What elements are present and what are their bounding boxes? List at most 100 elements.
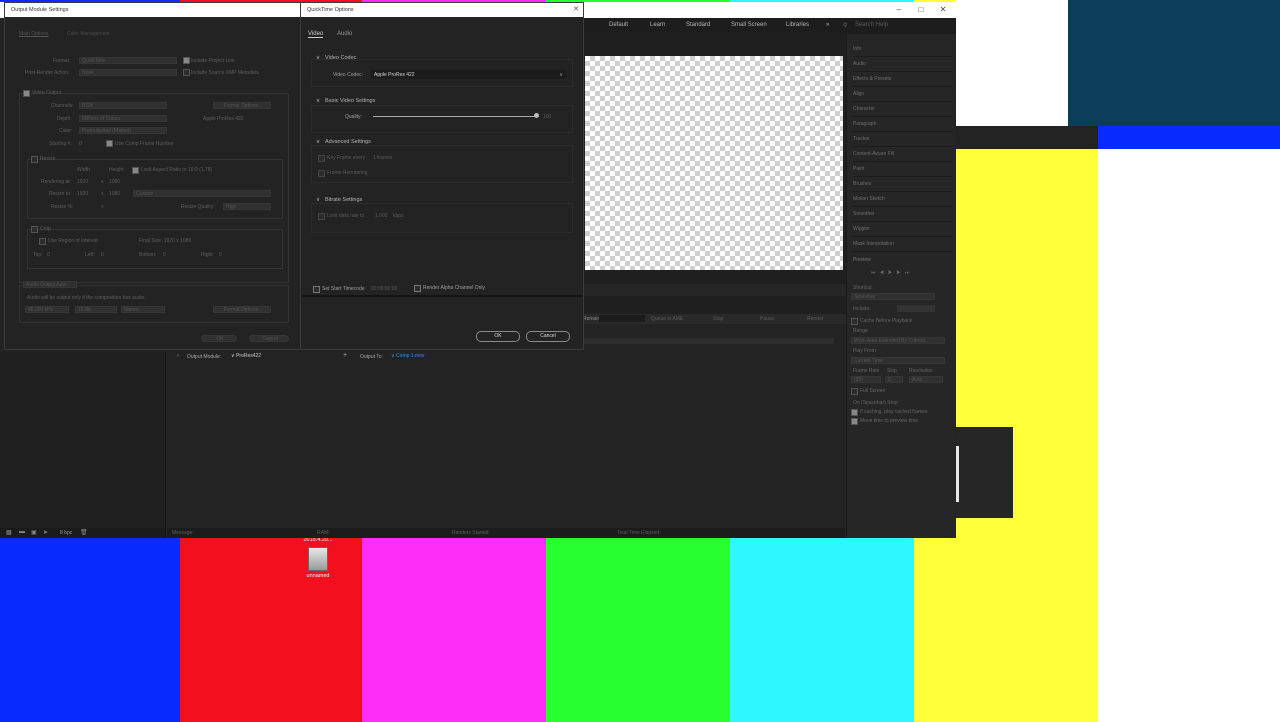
tab-color-management[interactable]: Color Management [67,31,110,37]
close-icon[interactable]: ✕ [936,4,950,16]
audio-output-dropdown[interactable]: Audio Output Auto [23,281,77,288]
workspace-libraries[interactable]: Libraries [786,22,809,28]
workspace-small-screen[interactable]: Small Screen [731,22,767,28]
output-to-link[interactable]: ∨ Comp 1.mov [391,353,424,359]
channels-dropdown[interactable]: RGB [79,102,167,109]
panel-smoother[interactable]: Smoother [853,208,953,222]
resize-preset-dropdown[interactable]: Custom [133,190,271,197]
set-start-timecode-checkbox[interactable] [313,286,320,293]
panel-align[interactable]: Align [853,88,953,102]
include-project-link-checkbox[interactable] [183,57,190,64]
video-output-checkbox[interactable] [23,90,30,97]
resize-checkbox[interactable] [31,156,38,163]
quicktime-cancel-button[interactable]: Cancel [526,331,570,342]
full-screen-checkbox[interactable] [851,388,858,395]
timecode-value[interactable]: 00:00:00:00 [371,286,397,292]
tab-main-options[interactable]: Main Options [19,31,48,37]
add-output-icon[interactable]: + [343,352,347,359]
resize-to-height[interactable]: 1080 [109,191,120,197]
bpc-label[interactable]: 8 bpc [60,530,72,536]
panel-mask-interpolation[interactable]: Mask Interpolation [853,238,953,252]
resize-to-width[interactable]: 1920 [77,191,88,197]
panel-content-aware-fill[interactable]: Content-Aware Fill [853,148,953,162]
workspace-overflow-icon[interactable]: » [826,22,829,28]
stop-button[interactable]: Stop [713,316,723,322]
key-frame-checkbox[interactable] [318,155,325,162]
quality-slider[interactable] [373,113,539,118]
render-alpha-checkbox[interactable] [414,285,421,292]
crop-top-value[interactable]: 0 [47,252,50,258]
composition-viewer[interactable] [585,56,843,270]
tab-audio[interactable]: Audio [337,31,352,37]
audio-format-options-button[interactable]: Format Options... [213,306,271,313]
skip-dropdown[interactable]: 0 [885,376,903,383]
lock-aspect-checkbox[interactable] [132,167,139,174]
workspace-standard[interactable]: Standard [686,22,710,28]
close-icon[interactable]: ✕ [573,3,579,17]
output-module-dropdown[interactable]: ∨ ProRes422 [231,353,261,359]
quality-slider-knob[interactable] [534,113,539,118]
workspace-learn[interactable]: Learn [650,22,665,28]
trash-icon[interactable]: 🗑 [80,529,88,536]
frame-reordering-checkbox[interactable] [318,170,325,177]
desktop-file-icon[interactable]: 2018.4.20... unnamed [302,537,334,591]
crop-left-value[interactable]: 0 [101,252,104,258]
search-icon[interactable]: ⚲ [843,22,847,29]
if-caching-checkbox[interactable] [851,409,858,416]
panel-tracker[interactable]: Tracker [853,133,953,147]
crop-checkbox[interactable] [31,226,38,233]
output-module-ok-button[interactable]: OK [201,335,237,342]
key-frame-value[interactable]: 1 [373,155,376,161]
video-codec-dropdown[interactable]: Apple ProRes 422 ∨ [371,70,567,79]
cache-before-playback-checkbox[interactable] [851,318,858,325]
include-toggles[interactable] [897,305,935,312]
resolution-dropdown[interactable]: Auto [909,376,943,383]
include-xmp-checkbox[interactable] [183,69,190,76]
panel-brushes[interactable]: Brushes [853,178,953,192]
advanced-settings-toggle[interactable]: ∨ [316,139,320,145]
format-options-button[interactable]: Format Options... [213,102,271,109]
new-comp-icon[interactable]: ▣ [31,529,37,536]
frame-rate-dropdown[interactable]: (25) [851,376,881,383]
output-module-cancel-button[interactable]: Cancel [249,335,289,342]
quality-value[interactable]: 100 [543,114,551,120]
panel-motion-sketch[interactable]: Motion Sketch [853,193,953,207]
minimize-icon[interactable]: – [892,4,906,16]
preview-title[interactable]: Preview [853,257,871,263]
color-dropdown[interactable]: Premultiplied (Matted) [79,127,167,134]
crop-right-value[interactable]: 0 [219,252,222,258]
panel-audio[interactable]: Audio [853,58,953,72]
panel-effects-presets[interactable]: Effects & Presets [853,73,953,87]
shortcut-dropdown[interactable]: Spacebar [851,293,935,300]
use-comp-frame-checkbox[interactable] [106,140,113,147]
use-roi-checkbox[interactable] [39,238,46,245]
queue-in-ame-button[interactable]: Queue in AME [651,316,683,322]
resize-quality-dropdown[interactable]: High [223,203,271,210]
range-dropdown[interactable]: Work Area Extended By Current... [851,337,945,344]
workspace-default[interactable]: Default [609,22,628,28]
play-from-dropdown[interactable]: Current Time [851,357,945,364]
panel-paragraph[interactable]: Paragraph [853,118,953,132]
move-time-checkbox[interactable] [851,418,858,425]
interpret-footage-icon[interactable]: ▩ [6,529,12,536]
basic-settings-toggle[interactable]: ∨ [316,98,320,104]
limit-value[interactable]: 1,000 [375,213,388,219]
tab-video[interactable]: Video [308,31,324,38]
panel-paint[interactable]: Paint [853,163,953,177]
search-help-input[interactable]: Search Help [855,22,888,28]
panel-wiggler[interactable]: Wiggler [853,223,953,237]
panel-character[interactable]: Character [853,103,953,117]
maximize-icon[interactable]: □ [914,4,928,16]
render-button[interactable]: Render [807,316,823,322]
starting-value[interactable]: 0 [79,141,82,147]
bitrate-settings-toggle[interactable]: ∨ [316,197,320,203]
format-dropdown[interactable]: QuickTime [79,57,177,64]
audio-channels-dropdown[interactable]: Stereo [121,306,165,313]
quicktime-ok-button[interactable]: OK [476,331,520,342]
post-render-dropdown[interactable]: None [79,69,177,76]
new-folder-icon[interactable]: ▬ [19,529,25,535]
audio-rate-dropdown[interactable]: 48.000 kHz [25,306,69,313]
video-codec-section-toggle[interactable]: ∨ [316,55,320,61]
preview-controls[interactable]: ⏮◀▶▶⏭ [871,270,913,276]
panel-info[interactable]: Info [853,43,953,57]
